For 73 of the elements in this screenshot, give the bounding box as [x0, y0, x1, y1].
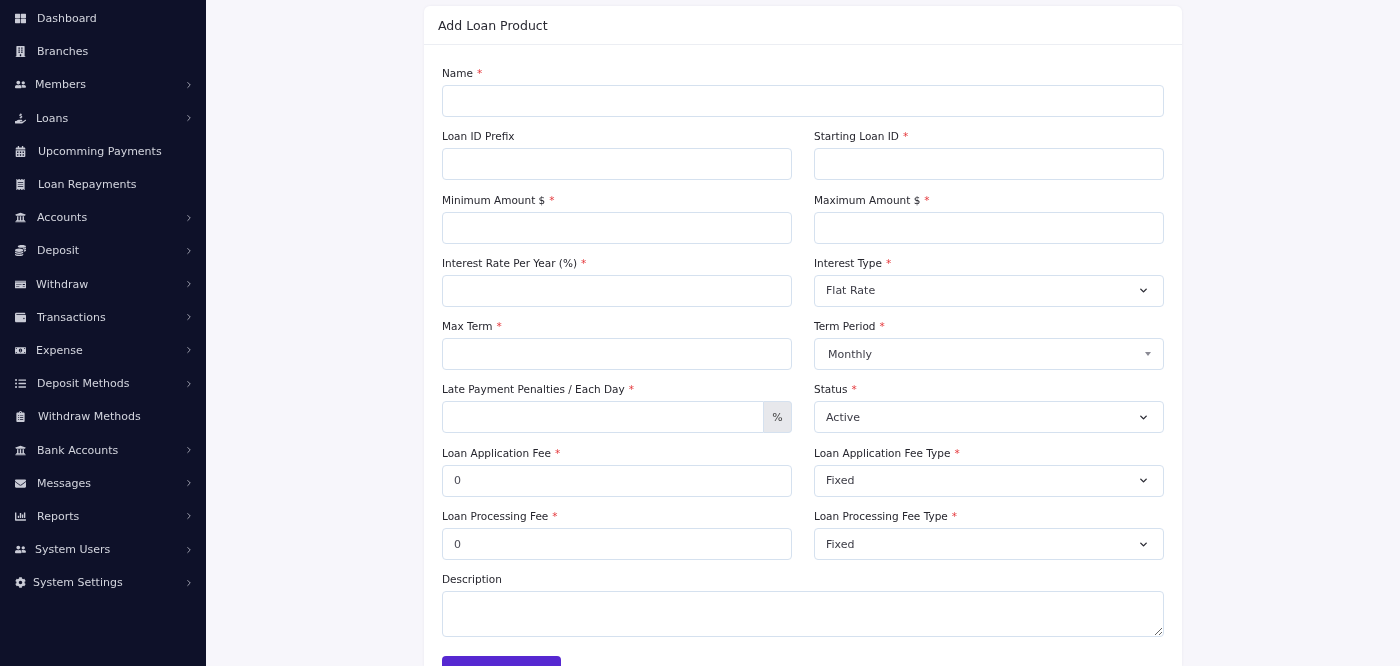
bar-chart-icon [15, 510, 26, 522]
caret-icon [1145, 352, 1151, 357]
field-label: Interest Rate Per Year (%) * [442, 255, 587, 271]
people-icon [15, 79, 26, 91]
dropdown[interactable]: Monthly [814, 338, 1164, 371]
chevron-down-icon [1138, 412, 1149, 423]
people-icon [15, 544, 26, 556]
receipt-icon [15, 179, 26, 191]
sidebar-item[interactable]: Reports [0, 499, 206, 533]
sidebar-item[interactable]: Upcomming Payments [0, 134, 206, 168]
text-field[interactable] [814, 148, 1164, 181]
sidebar-item[interactable]: Bank Accounts [0, 433, 206, 467]
bank-icon [15, 444, 26, 456]
sidebar-item[interactable]: Withdraw Methods [0, 400, 206, 434]
sidebar-item[interactable]: Messages [0, 466, 206, 500]
field-label: Loan Processing Fee * [442, 509, 558, 525]
sidebar-item[interactable]: Loans [0, 101, 206, 135]
field-label: Loan Application Fee * [442, 445, 561, 461]
building-icon [15, 46, 26, 58]
grid-icon [15, 13, 26, 25]
text-field[interactable] [814, 211, 1164, 244]
sidebar-item[interactable]: System Users [0, 533, 206, 567]
field-label: Starting Loan ID * [814, 129, 909, 145]
text-field[interactable] [442, 211, 792, 244]
field-label: Status * [814, 382, 857, 398]
sidebar-item[interactable]: Accounts [0, 201, 206, 235]
field-label: Loan Processing Fee Type * [814, 509, 957, 525]
text-field[interactable]: 0 [442, 528, 792, 561]
sidebar-item[interactable]: Transactions [0, 300, 206, 334]
banknote-icon [15, 344, 26, 356]
text-area[interactable] [442, 591, 1164, 638]
dropdown[interactable]: Flat Rate [814, 274, 1164, 307]
field-label: Minimum Amount $ * [442, 192, 555, 208]
text-field[interactable]: 0 [442, 464, 792, 497]
text-field[interactable] [442, 148, 792, 181]
list-icon [15, 378, 26, 390]
field-label: Loan Application Fee Type * [814, 445, 960, 461]
sidebar-item[interactable]: Dashboard [0, 2, 206, 36]
sidebar-item[interactable]: Branches [0, 35, 206, 69]
sidebar-item[interactable]: Loan Repayments [0, 167, 206, 202]
hand-coin-icon [15, 112, 26, 124]
text-field[interactable] [442, 338, 792, 371]
field-label: Term Period * [814, 319, 885, 335]
field-label: Late Payment Penalties / Each Day * [442, 382, 634, 398]
field-label: Max Term * [442, 319, 502, 335]
clipboard-icon [15, 411, 26, 423]
field-label: Loan ID Prefix [442, 129, 515, 145]
sidebar-item[interactable]: System Settings [0, 566, 206, 600]
bank-icon [15, 212, 26, 224]
envelope-icon [15, 477, 26, 489]
percent-addon: % [764, 401, 792, 434]
dropdown[interactable]: Fixed [814, 464, 1164, 497]
dropdown[interactable]: Fixed [814, 528, 1164, 561]
sidebar-item[interactable]: Deposit [0, 234, 206, 268]
card-icon [15, 278, 26, 290]
settings-icon [15, 577, 26, 589]
field-label: Interest Type * [814, 255, 892, 271]
text-field[interactable] [442, 401, 764, 434]
calendar-icon [15, 145, 26, 157]
dropdown[interactable]: Active [814, 401, 1164, 434]
field-label: Description [442, 572, 502, 588]
sidebar-item[interactable]: Withdraw [0, 267, 206, 301]
card-title: Add Loan Product [438, 17, 548, 33]
sidebar-item[interactable]: Expense [0, 333, 206, 368]
field-label: Name * [442, 66, 483, 81]
wallet-icon [15, 311, 26, 323]
text-field[interactable] [442, 274, 792, 307]
field-label: Maximum Amount $ * [814, 192, 930, 208]
sidebar-item[interactable]: Deposit Methods [0, 367, 206, 401]
submit-button[interactable] [442, 655, 561, 666]
coins-icon [15, 245, 26, 257]
text-field[interactable] [442, 85, 1164, 117]
sidebar-item[interactable]: Members [0, 68, 206, 102]
